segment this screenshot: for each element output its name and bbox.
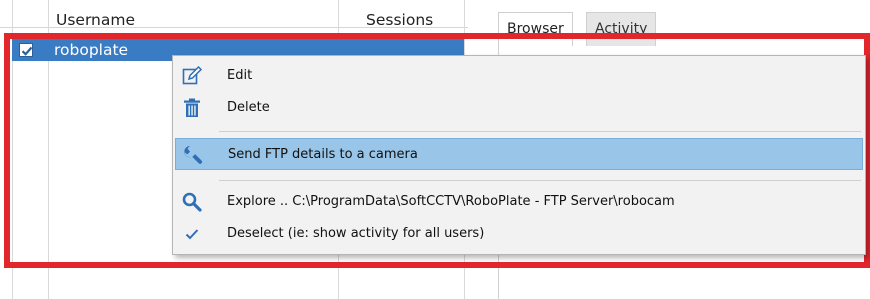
menu-separator	[219, 180, 861, 181]
menu-item-send-ftp-details[interactable]: Send FTP details to a camera	[175, 138, 863, 170]
menu-item-delete[interactable]: Delete	[175, 92, 863, 124]
menu-item-label: Deselect (ie: show activity for all user…	[227, 226, 485, 241]
column-header-username[interactable]: Username	[56, 11, 135, 29]
column-header-sessions[interactable]: Sessions	[366, 11, 433, 29]
wrench-icon	[182, 144, 204, 166]
menu-item-label: Edit	[227, 68, 253, 83]
menu-item-label: Explore .. C:\ProgramData\SoftCCTV\RoboP…	[227, 194, 675, 209]
grid-header: Username Sessions	[0, 0, 468, 29]
edit-icon	[181, 65, 203, 87]
menu-separator	[219, 131, 861, 132]
context-menu: Edit Delete Send FTP details to a camera	[172, 55, 866, 255]
checkmark-icon	[181, 223, 203, 245]
menu-item-explore[interactable]: Explore .. C:\ProgramData\SoftCCTV\RoboP…	[175, 186, 863, 218]
menu-item-label: Send FTP details to a camera	[228, 147, 418, 162]
menu-item-edit[interactable]: Edit	[175, 60, 863, 92]
search-icon	[181, 191, 203, 213]
menu-item-deselect[interactable]: Deselect (ie: show activity for all user…	[175, 218, 863, 250]
menu-item-label: Delete	[227, 100, 270, 115]
trash-icon	[181, 97, 203, 119]
